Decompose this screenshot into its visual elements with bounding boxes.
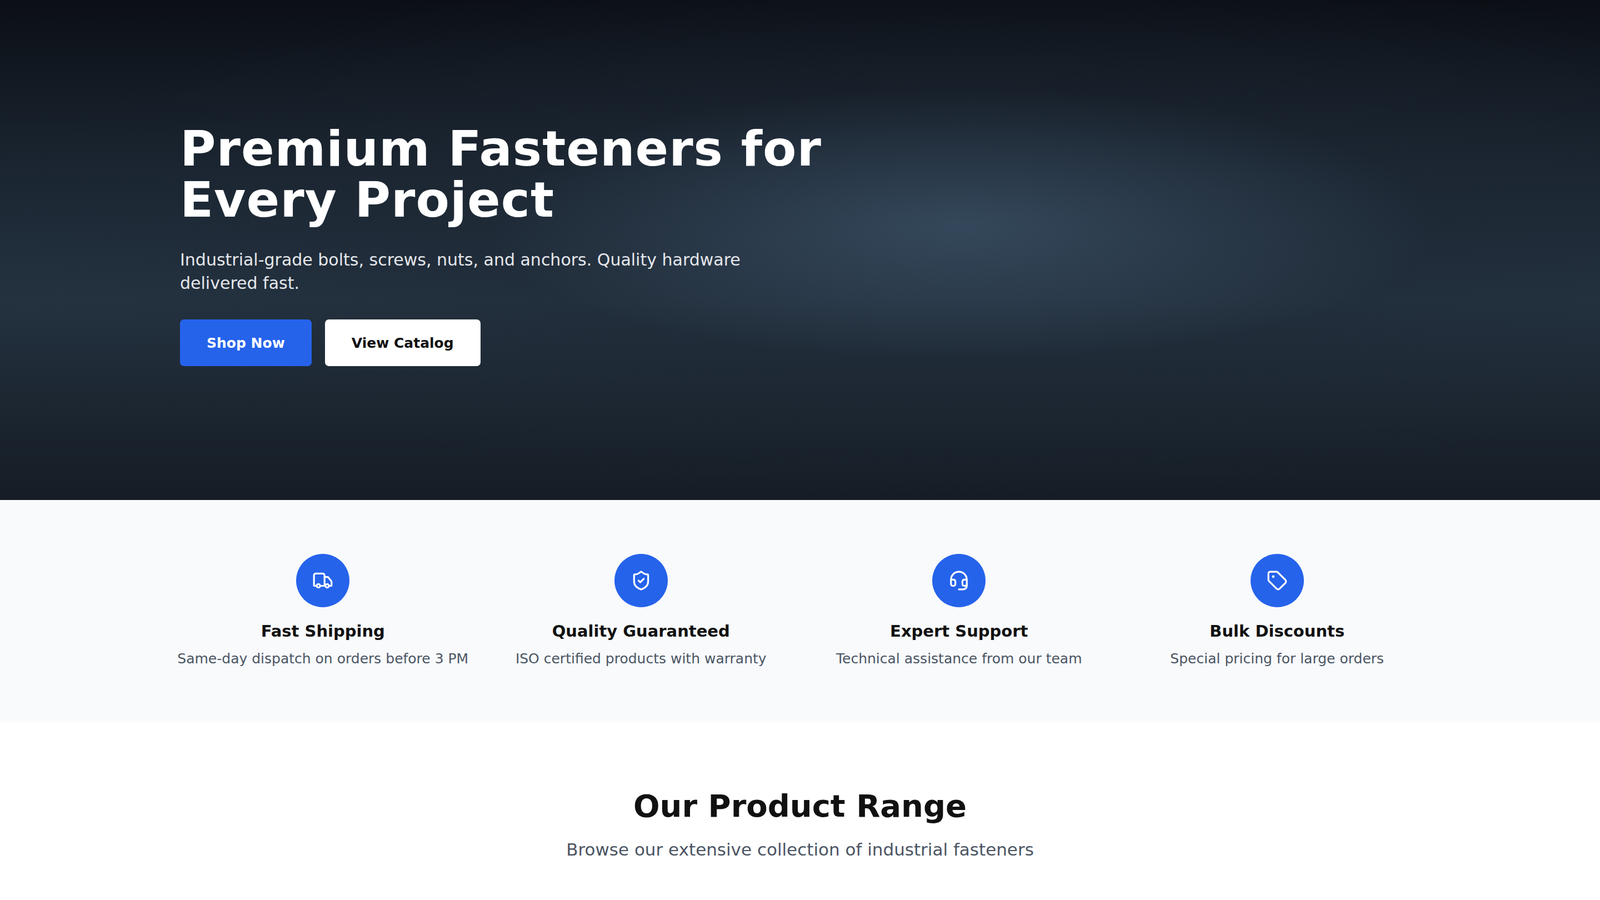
feature-title: Quality Guaranteed (552, 621, 730, 641)
feature-icon-circle (614, 553, 668, 608)
feature-item: Quality Guaranteed ISO certified products… (482, 553, 801, 723)
feature-icon-circle (296, 553, 350, 608)
feature-description: ISO certified products with warranty (515, 650, 767, 667)
feature-item: Fast Shipping Same-day dispatch on orders… (163, 553, 483, 723)
hero-buttons: Shop Now View Catalog (180, 319, 1420, 367)
feature-item: Bulk Discounts Special pricing for large … (1118, 553, 1437, 723)
feature-title: Expert Support (890, 621, 1028, 641)
feature-icon-circle (1250, 553, 1304, 608)
hero-subtitle: Industrial-grade bolts, screws, nuts, an… (180, 248, 753, 295)
feature-description: Technical assistance from our team (836, 650, 1082, 667)
products-title: Our Product Range (633, 787, 967, 824)
hero-content: Premium Fasteners for Every Project Indus… (180, 0, 1420, 367)
headset-icon (948, 570, 970, 592)
products-subtitle: Browse our extensive collection of indus… (566, 839, 1034, 860)
hero-title: Premium Fasteners for Every Project (180, 123, 825, 225)
shop-now-button[interactable]: Shop Now (180, 319, 312, 367)
feature-description: Same-day dispatch on orders before 3 PM (177, 650, 469, 667)
page: Premium Fasteners for Every Project Indus… (0, 0, 1600, 900)
feature-title: Fast Shipping (261, 621, 385, 641)
tag-icon (1266, 570, 1288, 592)
features-grid: Fast Shipping Same-day dispatch on orders… (163, 553, 1437, 723)
products-section: Our Product Range Browse our extensive co… (0, 722, 1600, 860)
features-band: Fast Shipping Same-day dispatch on orders… (0, 500, 1600, 723)
feature-description: Special pricing for large orders (1170, 650, 1384, 667)
shield-check-icon (630, 570, 652, 592)
hero-container: Premium Fasteners for Every Project Indus… (177, 0, 1423, 500)
feature-icon-circle (932, 553, 986, 608)
truck-icon (312, 570, 334, 592)
view-catalog-button[interactable]: View Catalog (325, 319, 481, 367)
feature-item: Expert Support Technical assistance from … (800, 553, 1119, 723)
feature-title: Bulk Discounts (1209, 621, 1345, 641)
hero-image: Premium Fasteners for Every Project Indus… (0, 0, 1600, 500)
